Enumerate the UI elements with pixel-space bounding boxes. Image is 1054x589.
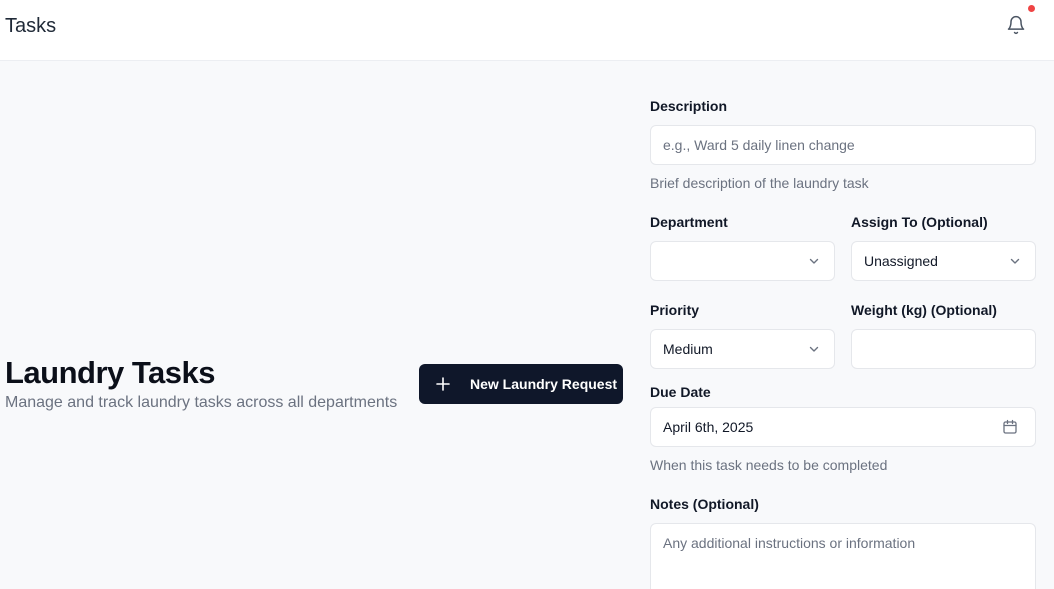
section-subheading: Manage and track laundry tasks across al… xyxy=(5,394,398,411)
notes-label: Notes (Optional) xyxy=(650,496,759,512)
description-input[interactable]: e.g., Ward 5 daily linen change xyxy=(650,125,1036,165)
due-date-helper: When this task needs to be completed xyxy=(650,457,888,473)
new-laundry-request-button[interactable]: New Laundry Request xyxy=(419,364,623,404)
chevron-down-icon xyxy=(809,346,819,352)
department-label: Department xyxy=(650,214,728,230)
chevron-down-icon xyxy=(1010,258,1020,264)
priority-select[interactable]: Medium xyxy=(650,329,835,369)
weight-label: Weight (kg) (Optional) xyxy=(851,302,997,318)
plus-icon xyxy=(436,377,450,391)
notes-placeholder: Any additional instructions or informati… xyxy=(663,535,916,551)
priority-label: Priority xyxy=(650,302,700,318)
due-date-label: Due Date xyxy=(650,384,711,400)
bell-icon[interactable] xyxy=(1006,15,1026,35)
due-date-picker[interactable]: April 6th, 2025 xyxy=(650,407,1036,447)
assign-to-label: Assign To (Optional) xyxy=(851,214,988,230)
weight-input[interactable] xyxy=(851,329,1036,369)
assign-to-value: Unassigned xyxy=(864,253,938,269)
department-select[interactable] xyxy=(650,241,835,281)
section-heading: Laundry Tasks xyxy=(5,355,216,390)
description-placeholder: e.g., Ward 5 daily linen change xyxy=(663,137,855,153)
notes-textarea[interactable]: Any additional instructions or informati… xyxy=(650,523,1036,589)
description-label: Description xyxy=(650,98,728,114)
new-laundry-request-label: New Laundry Request xyxy=(470,376,618,392)
top-bar: Tasks xyxy=(0,0,1054,61)
description-helper: Brief description of the laundry task xyxy=(650,175,869,191)
priority-value: Medium xyxy=(663,341,713,357)
chevron-down-icon xyxy=(809,258,819,264)
due-date-value: April 6th, 2025 xyxy=(663,419,754,435)
notification-dot xyxy=(1028,5,1035,12)
calendar-icon xyxy=(1003,419,1017,434)
assign-to-select[interactable]: Unassigned xyxy=(851,241,1036,281)
page-title: Tasks xyxy=(5,15,57,37)
